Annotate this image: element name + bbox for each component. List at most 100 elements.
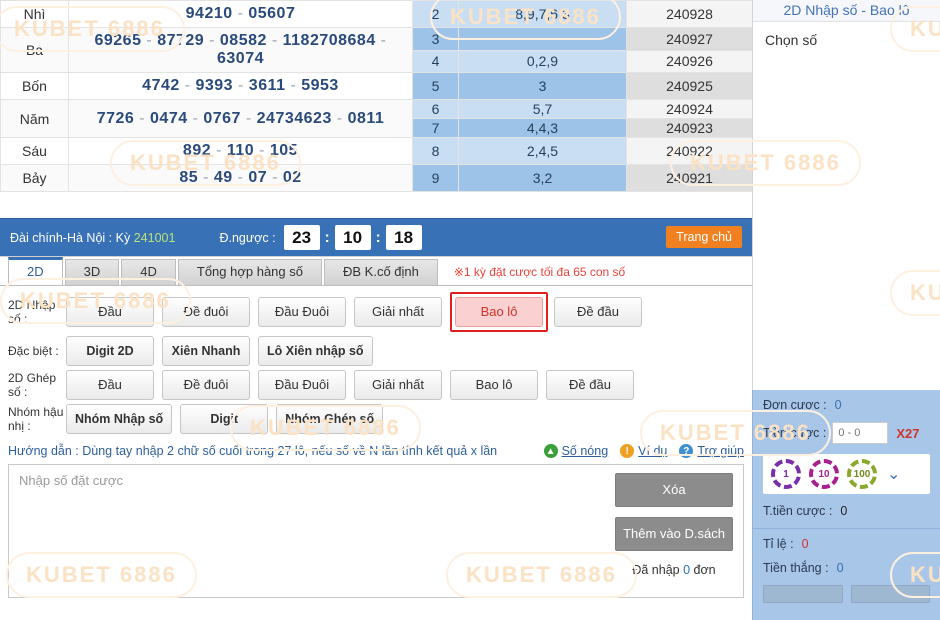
rate-row: Tỉ lệ : 0: [763, 537, 930, 551]
hint-link[interactable]: ▲ Số nóng: [543, 444, 609, 458]
stake-row: Tiền cược : X27: [763, 422, 930, 444]
entered-count-value: 0: [683, 563, 691, 577]
tab-3[interactable]: 4D: [121, 259, 176, 285]
multiplier-badge: X27: [896, 425, 920, 441]
bet-number-input[interactable]: [9, 465, 609, 597]
side-row-period: 240924: [626, 99, 752, 119]
bet-option-button[interactable]: Digit 2D: [66, 336, 154, 366]
bet-option-button[interactable]: Đề đuôi: [162, 297, 250, 327]
question-circle-icon: ?: [679, 444, 694, 458]
side-row-index: 7: [412, 118, 459, 138]
bet-option-button[interactable]: Lô Xiên nhập số: [258, 336, 373, 366]
side-row-value: [458, 27, 627, 51]
bet-group-row: Nhóm hậu nhị : Nhóm Nhập số Digit Nhóm Ghép…: [8, 404, 752, 434]
order-count-value: 0: [834, 398, 842, 412]
hint-link-label[interactable]: Ví dụ: [638, 444, 667, 458]
stake-label: Tiền cược :: [763, 426, 827, 440]
bet-option-button[interactable]: Nhóm Ghép số: [276, 404, 384, 434]
winnings-row: Tiền thắng : 0: [763, 561, 930, 575]
countdown-minutes: 10: [334, 225, 371, 250]
result-prize-numbers: 7726 - 0474 - 0767 - 24734623 - 0811: [68, 99, 413, 138]
bet-group-label: 2D Nhập số :: [8, 298, 56, 326]
status-bar: Đài chính-Hà Nội : Kỳ 241001 Đ.ngược : 2…: [0, 218, 752, 256]
home-button[interactable]: Trang chủ: [666, 226, 742, 248]
countdown-label: Đ.ngược :: [219, 230, 276, 245]
bet-option-button[interactable]: Giải nhất: [354, 297, 442, 327]
chevron-down-icon[interactable]: ⌄: [887, 464, 900, 484]
bet-option-button[interactable]: Đề đầu: [546, 370, 634, 400]
result-prize-numbers: 69265 - 87729 - 08582 - 1182708684 - 630…: [68, 27, 413, 73]
station-info: Đài chính-Hà Nội : Kỳ 241001: [10, 231, 175, 245]
bet-option-button[interactable]: Đầu: [66, 370, 154, 400]
bet-option-button[interactable]: Bao lô: [455, 297, 543, 327]
hint-link[interactable]: ! Ví dụ: [620, 444, 667, 458]
number-select-title: 2D Nhập số - Bao lô: [753, 0, 940, 22]
side-row-value: 3,2: [458, 164, 627, 192]
chip-100[interactable]: 100: [847, 459, 877, 489]
add-to-list-button[interactable]: Thêm vào D.sách: [615, 517, 733, 551]
bet-option-button[interactable]: Digit: [180, 404, 269, 434]
bet-input-wrapper: Xóa Thêm vào D.sách Đã nhập 0 đơn: [8, 464, 744, 598]
hint-text: Hướng dẫn : Dùng tay nhập 2 chữ số cuối …: [8, 444, 498, 458]
entered-count: Đã nhập 0 đơn: [632, 563, 715, 577]
results-row: Bốn 4742 - 9393 - 3611 - 5953 5 3 240925: [0, 72, 752, 100]
bet-type-tabs: 2D 3D 4D Tổng hợp hàng số ĐB K.cố định ※1 kỳ …: [0, 257, 752, 285]
bet-option-button[interactable]: Đề đầu: [554, 297, 642, 327]
chip-selector: 1 10 100 ⌄: [763, 454, 930, 494]
number-select-subtitle: Chọn số: [765, 32, 818, 48]
hint-link[interactable]: ? Trợ giúp: [679, 444, 744, 458]
bet-group-row: 2D Ghép số : Đầu Đề đuôi Đầu Đuôi Giải nhất B…: [8, 370, 752, 400]
bet-option-button[interactable]: Đề đuôi: [162, 370, 250, 400]
side-row-period: 240921: [626, 164, 752, 192]
side-row-value: 0,2,9: [458, 49, 627, 73]
bet-option-button[interactable]: Bao lô: [450, 370, 538, 400]
side-row-index: 6: [412, 99, 459, 119]
stake-input[interactable]: [832, 422, 889, 444]
bet-option-button[interactable]: Giải nhất: [354, 370, 442, 400]
chip-10[interactable]: 10: [809, 459, 839, 489]
countdown-colon-1: :: [324, 229, 330, 246]
bet-option-button[interactable]: Đầu: [66, 297, 154, 327]
footer-button-left[interactable]: [763, 585, 843, 603]
tabs-divider: [0, 285, 752, 286]
bet-option-button[interactable]: Đầu Đuôi: [258, 297, 346, 327]
footer-button-right[interactable]: [850, 585, 930, 603]
side-row-value: 8,9,7,6,3: [458, 0, 627, 28]
chip-1[interactable]: 1: [771, 459, 801, 489]
result-prize-numbers: 85 - 49 - 07 - 02: [68, 164, 413, 192]
results-row: Sáu 892 - 110 - 105 8 2,4,5 240922: [0, 137, 752, 165]
bet-option-button[interactable]: Xiên Nhanh: [162, 336, 250, 366]
side-row-value: 5,7: [458, 99, 627, 119]
tab-1[interactable]: 2D: [8, 257, 63, 285]
side-row-index: 5: [412, 72, 459, 100]
result-prize-numbers: 94210 - 05607: [68, 0, 413, 28]
results-row: Nhì 94210 - 05607 2 8,9,7,6,3 240928: [0, 0, 752, 28]
bet-input-actions: Xóa Thêm vào D.sách Đã nhập 0 đơn: [609, 465, 743, 597]
number-select-panel: 2D Nhập số - Bao lô Chọn số: [752, 0, 940, 390]
winnings-value: 0: [836, 561, 844, 575]
order-count-label: Đơn cược :: [763, 398, 827, 412]
bet-option-button[interactable]: Đầu Đuôi: [258, 370, 346, 400]
side-row-period: 240926: [626, 49, 752, 73]
side-row-period: 240923: [626, 118, 752, 138]
side-row-period: 240927: [626, 27, 752, 51]
tab-5[interactable]: ĐB K.cố định: [323, 259, 438, 285]
hint-link-label[interactable]: Số nóng: [562, 444, 609, 458]
result-prize-label: Năm: [0, 99, 69, 138]
tab-2[interactable]: 3D: [64, 259, 120, 285]
hint-row: Hướng dẫn : Dùng tay nhập 2 chữ số cuối …: [8, 444, 744, 458]
countdown-seconds: 18: [385, 225, 422, 250]
panel-divider: [753, 528, 940, 529]
winnings-label: Tiền thắng :: [763, 561, 829, 575]
side-row-value: 4,4,3: [458, 118, 627, 138]
bet-groups: 2D Nhập số : Đầu Đề đuôi Đầu Đuôi Giải nhất B…: [0, 292, 752, 434]
bet-option-button[interactable]: Nhóm Nhập số: [66, 404, 173, 434]
hint-link-label[interactable]: Trợ giúp: [697, 444, 744, 458]
results-table: Nhì 94210 - 05607 2 8,9,7,6,3 240928 Ba 69265 …: [0, 0, 752, 192]
result-prize-label: Nhì: [0, 0, 69, 28]
rate-value: 0: [801, 537, 809, 551]
station-separator: :: [108, 230, 113, 245]
side-row-index: 9: [412, 164, 459, 192]
tab-4[interactable]: Tổng hợp hàng số: [177, 259, 322, 285]
clear-button[interactable]: Xóa: [615, 473, 733, 507]
